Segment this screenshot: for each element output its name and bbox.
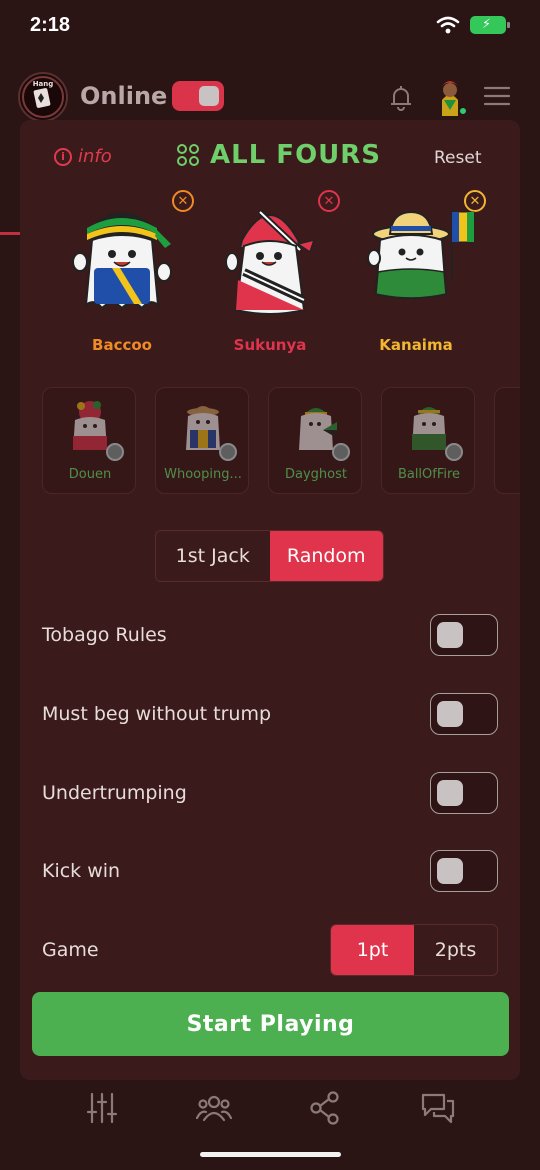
- character-card-partial[interactable]: [494, 387, 520, 494]
- lock-icon: [445, 443, 463, 461]
- kick-win-toggle[interactable]: [430, 850, 498, 892]
- start-playing-button[interactable]: Start Playing: [32, 992, 509, 1056]
- tobago-rules-toggle[interactable]: [430, 614, 498, 656]
- setting-label-undertrumping: Undertrumping: [42, 782, 187, 804]
- game-title: ALL FOURS: [176, 140, 381, 170]
- status-time: 2:18: [30, 14, 71, 36]
- status-bar: 2:18 ⚡: [0, 0, 540, 54]
- battery-icon: ⚡: [470, 16, 510, 34]
- lock-icon: [219, 443, 237, 461]
- info-link[interactable]: i info: [54, 146, 112, 167]
- setting-label-tobago-rules: Tobago Rules: [42, 624, 167, 646]
- character-name: BallOfFire: [397, 467, 461, 482]
- status-icons: ⚡: [436, 16, 510, 34]
- player-name: Kanaima: [379, 336, 453, 354]
- selected-player-kanaima: ✕ Kanaima: [356, 190, 486, 360]
- info-icon: i: [54, 147, 72, 166]
- kanaima-ghost-icon: [367, 210, 475, 299]
- character-name: Whooping...: [164, 467, 242, 482]
- character-picker-strip[interactable]: Douen Whooping... Dayghost BallOfFire: [42, 387, 520, 495]
- undertrumping-toggle[interactable]: [430, 772, 498, 814]
- setting-label-must-beg: Must beg without trump: [42, 703, 272, 725]
- app-logo[interactable]: Hang: [18, 72, 68, 122]
- player-name: Baccoo: [92, 336, 152, 354]
- deal-mode-selector[interactable]: 1st Jack Random: [155, 530, 384, 582]
- game-points-selector[interactable]: 1pt 2pts: [330, 924, 498, 976]
- logo-emblem-icon: Hang: [22, 76, 64, 118]
- lock-icon: [332, 443, 350, 461]
- character-card-balloffire[interactable]: BallOfFire: [381, 387, 475, 494]
- online-label: Online: [80, 82, 168, 110]
- toggle-knob: [437, 701, 463, 727]
- selected-player-baccoo: ✕ Baccoo: [62, 190, 194, 360]
- remove-player-icon[interactable]: ✕: [172, 190, 194, 212]
- info-label: info: [78, 146, 112, 167]
- toggle-knob: [437, 858, 463, 884]
- online-status-dot: [458, 106, 468, 116]
- setting-label-kick-win: Kick win: [42, 860, 121, 882]
- logo-text: Hang: [33, 80, 54, 88]
- game-points-1pt[interactable]: 1pt: [331, 925, 414, 975]
- toggle-knob: [199, 86, 219, 106]
- user-avatar[interactable]: [430, 76, 470, 116]
- home-indicator: [200, 1152, 341, 1157]
- character-name: Dayghost: [285, 467, 347, 482]
- sukunya-ghost-icon: [225, 209, 316, 315]
- baccoo-ghost-icon: [72, 212, 172, 310]
- bell-icon[interactable]: [386, 82, 416, 112]
- game-points-label: Game: [42, 939, 99, 961]
- lock-icon: [106, 443, 124, 461]
- player-name: Sukunya: [233, 336, 307, 354]
- character-name: Douen: [68, 467, 112, 482]
- game-title-text: ALL FOURS: [210, 140, 382, 170]
- share-icon[interactable]: [307, 1090, 343, 1126]
- chat-icon[interactable]: [420, 1090, 456, 1126]
- character-card-whooping[interactable]: Whooping...: [155, 387, 249, 494]
- users-icon[interactable]: [196, 1090, 232, 1126]
- selected-player-sukunya: ✕ Sukunya: [210, 190, 340, 360]
- toggle-knob: [437, 622, 463, 648]
- deal-mode-random[interactable]: Random: [269, 531, 383, 581]
- background-accent-line: [0, 232, 20, 235]
- deal-mode-first-jack[interactable]: 1st Jack: [156, 531, 270, 581]
- remove-player-icon[interactable]: ✕: [318, 190, 340, 212]
- must-beg-toggle[interactable]: [430, 693, 498, 735]
- top-header: Hang Online: [0, 68, 540, 126]
- sliders-icon[interactable]: [84, 1090, 120, 1126]
- character-card-dayghost[interactable]: Dayghost: [268, 387, 362, 494]
- character-card-douen[interactable]: Douen: [42, 387, 136, 494]
- hamburger-menu-icon[interactable]: [483, 84, 511, 108]
- wifi-icon: [436, 16, 460, 34]
- toggle-knob: [437, 780, 463, 806]
- grid-icon: [177, 144, 199, 166]
- game-points-2pts[interactable]: 2pts: [414, 925, 497, 975]
- reset-button[interactable]: Reset: [434, 148, 482, 168]
- online-toggle[interactable]: [172, 81, 224, 111]
